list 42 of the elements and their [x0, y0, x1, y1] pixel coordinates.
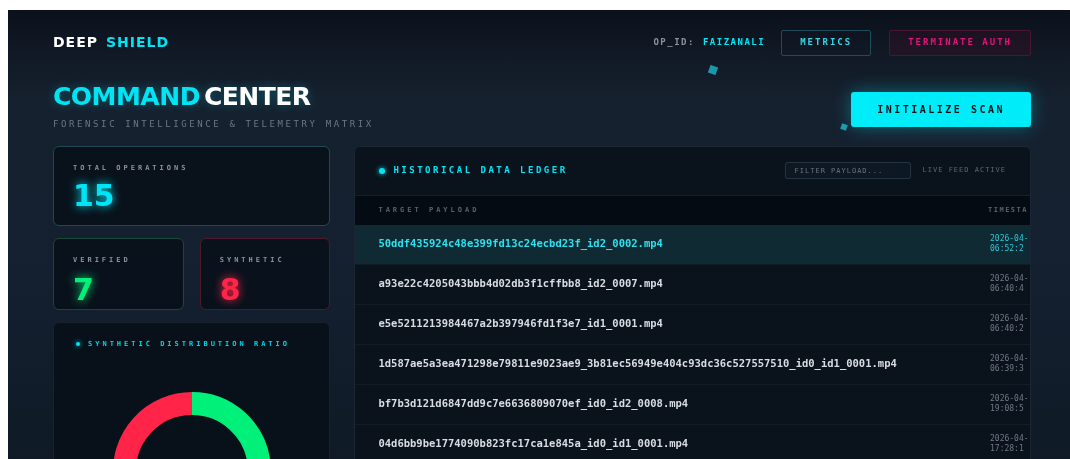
table-row[interactable]: e5e5211213984467a2b397946fd1f3e7_id1_0001.mp4 2026-04- 06:40:2: [355, 304, 1030, 345]
brand-name: DEEP: [53, 33, 98, 53]
stat-value: 15: [73, 181, 116, 211]
timestamp-time: 17:28:1: [990, 444, 1025, 454]
page-title: CENTER: [203, 80, 311, 113]
timestamp-time: 19:08:5: [990, 404, 1025, 414]
brand-name: SHIELD: [106, 33, 170, 53]
payload-text: 1d587ae5a3ea471298e79811e9023ae9_3b81ec56949e404c93dc36c527557510_id0_id1_0001.mp4: [378, 356, 898, 372]
bullet-icon: [379, 167, 386, 174]
payload-text: 50ddf435924c48e399fd13c24ecbd23f_id2_0002.mp4: [378, 236, 664, 252]
header-button[interactable]: METRICS: [781, 30, 872, 56]
timestamp-date: 2026-04-: [990, 434, 1030, 444]
timestamp-date: 2026-04-: [990, 354, 1030, 364]
payload-text: bf7b3d121d6847dd9c7e6636809070ef_id0_id2_0008.mp4: [378, 396, 690, 412]
page-subtitle: FORENSIC INTELLIGENCE & TELEMETRY MATRIX: [53, 118, 374, 131]
operator-label: OP_ID:: [653, 36, 695, 49]
payload-text: e5e5211213984467a2b397946fd1f3e7_id1_0001.mp4: [378, 316, 664, 332]
timestamp-date: 2026-04-: [990, 394, 1030, 404]
cube-icon: [840, 123, 848, 131]
table-row[interactable]: bf7b3d121d6847dd9c7e6636809070ef_id0_id2_0008.mp4 2026-04- 19:08:5: [355, 384, 1030, 425]
stat-value: 7: [73, 275, 95, 305]
timestamp-date: 2026-04-: [990, 234, 1030, 244]
operator-id: FAIZANALI: [702, 36, 766, 49]
table-row[interactable]: a93e22c4205043bbb4d02db3f1cffbb8_id2_0007.mp4 2026-04- 06:40:4: [355, 264, 1030, 305]
cube-icon: [708, 65, 718, 75]
panel-title: HISTORICAL DATA LEDGER: [393, 163, 568, 177]
table-row[interactable]: 04d6bb9be1774090b823fc17ca1e845a_id0_id1_0001.mp4 2026-04- 17:28:1: [355, 424, 1030, 459]
scan-button[interactable]: INITIALIZE SCAN: [851, 91, 1031, 127]
timestamp-date: 2026-04-: [990, 314, 1030, 324]
timestamp-date: 2026-04-: [990, 274, 1030, 284]
bullet-icon: [76, 341, 80, 346]
timestamp-time: 06:40:2: [990, 324, 1025, 334]
table-row[interactable]: 50ddf435924c48e399fd13c24ecbd23f_id2_0002.mp4 2026-04- 06:52:2: [355, 224, 1030, 265]
page-title: COMMAND: [53, 80, 200, 113]
timestamp-time: 06:52:2: [990, 244, 1025, 254]
payload-text: 04d6bb9be1774090b823fc17ca1e845a_id0_id1_0001.mp4: [378, 436, 690, 452]
table-row[interactable]: 1d587ae5a3ea471298e79811e9023ae9_3b81ec56949e404c93dc36c527557510_id0_id1_0001.mp4 2026-04- 06:39:3: [355, 344, 1030, 385]
payload-text: a93e22c4205043bbb4d02db3f1cffbb8_id2_0007.mp4: [378, 276, 664, 292]
timestamp-time: 06:39:3: [990, 364, 1025, 374]
stat-value: 8: [219, 275, 242, 305]
timestamp-time: 06:40:4: [990, 284, 1025, 294]
header-button[interactable]: TERMINATE AUTH: [889, 30, 1031, 56]
